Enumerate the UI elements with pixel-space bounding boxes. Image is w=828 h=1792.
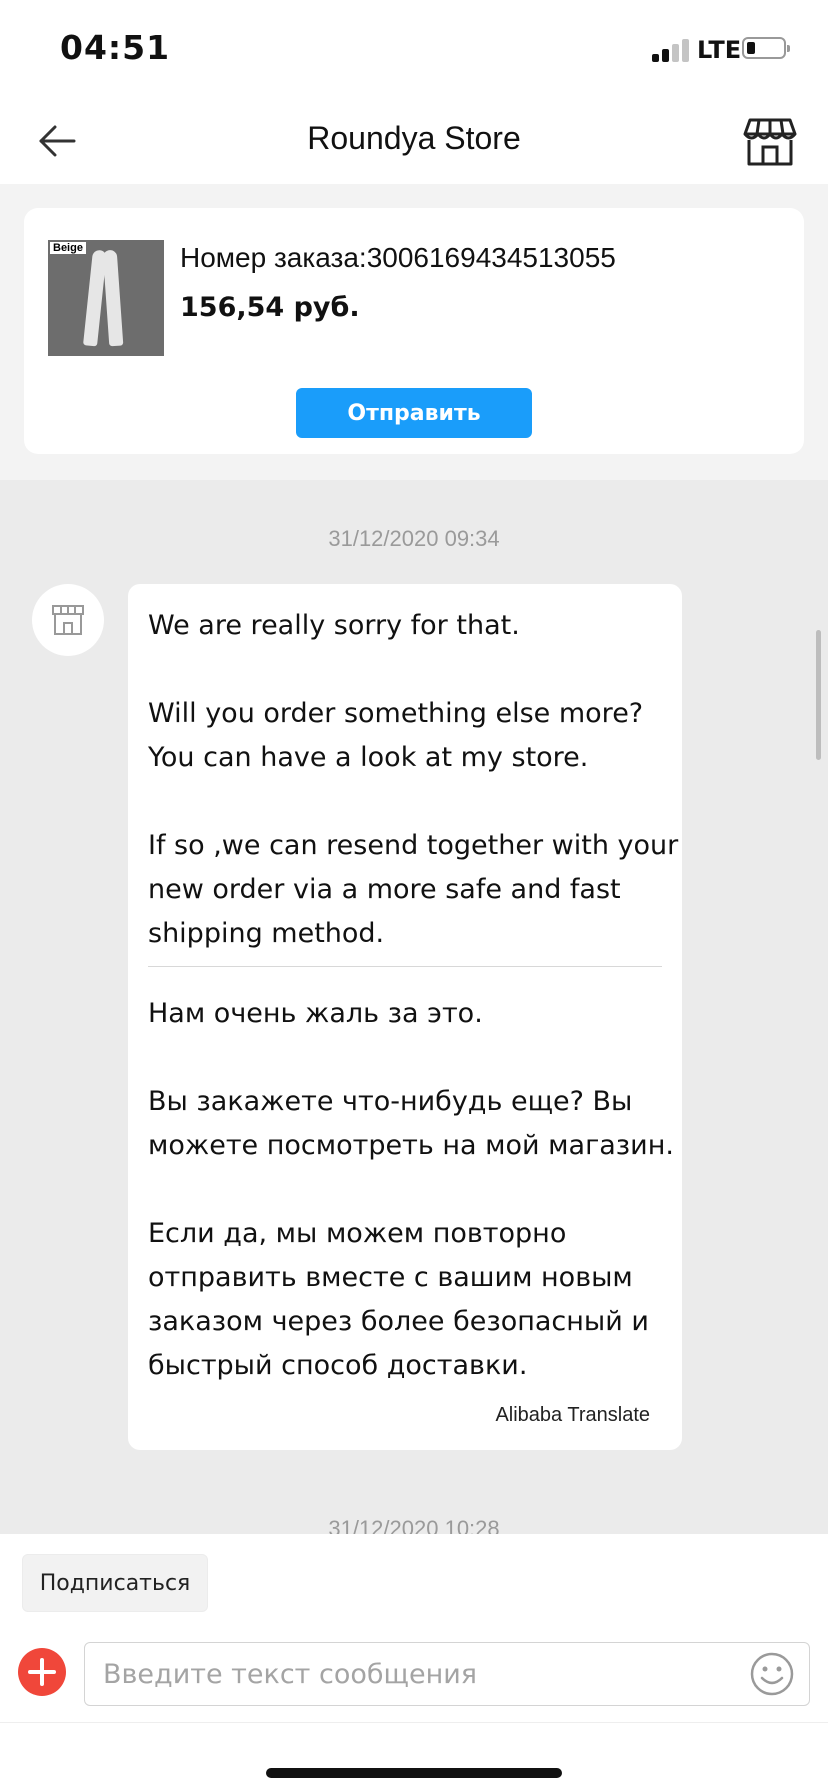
bottom-divider — [0, 1722, 828, 1723]
product-thumbnail[interactable]: Beige — [48, 240, 164, 356]
order-price: 156,54 руб. — [180, 292, 360, 323]
store-avatar-icon — [52, 605, 84, 635]
page-title: Roundya Store — [307, 120, 521, 156]
message-input-box — [84, 1642, 810, 1706]
status-time: 04:51 — [60, 28, 171, 67]
composer-panel: Подписаться — [0, 1534, 828, 1792]
plus-circle-icon — [28, 1658, 56, 1686]
order-number: Номер заказа:3006169434513055 — [180, 242, 616, 273]
signal-icon — [652, 38, 692, 62]
home-indicator[interactable] — [266, 1768, 562, 1778]
message-bubble[interactable]: We are really sorry for that. Will you o… — [128, 584, 682, 1450]
network-type: LTE — [697, 36, 742, 64]
store-avatar[interactable] — [32, 584, 104, 656]
order-section: Beige Номер заказа:3006169434513055 156,… — [0, 184, 828, 480]
order-card[interactable]: Beige Номер заказа:3006169434513055 156,… — [24, 208, 804, 454]
chat-scrollbar[interactable] — [816, 630, 821, 760]
battery-icon — [742, 37, 790, 59]
smiley-icon — [750, 1652, 794, 1696]
store-button[interactable] — [742, 116, 798, 168]
thumbnail-tag: Beige — [50, 242, 86, 254]
store-icon — [743, 118, 797, 166]
add-button[interactable] — [18, 1648, 66, 1696]
header: Roundya Store — [0, 100, 828, 184]
message-timestamp: 31/12/2020 09:34 — [328, 526, 500, 551]
message-text-translated: Нам очень жаль за это. Вы закажете что-н… — [148, 998, 674, 1381]
status-bar: 04:51 LTE — [0, 0, 828, 100]
subscribe-button[interactable]: Подписаться — [22, 1554, 208, 1612]
translation-credit: Alibaba Translate — [495, 1404, 650, 1426]
emoji-button[interactable] — [749, 1651, 795, 1697]
send-order-button[interactable]: Отправить — [296, 388, 532, 438]
message-text-original: We are really sorry for that. Will you o… — [148, 610, 679, 949]
message-input[interactable] — [103, 1643, 723, 1705]
translation-divider — [148, 966, 662, 967]
